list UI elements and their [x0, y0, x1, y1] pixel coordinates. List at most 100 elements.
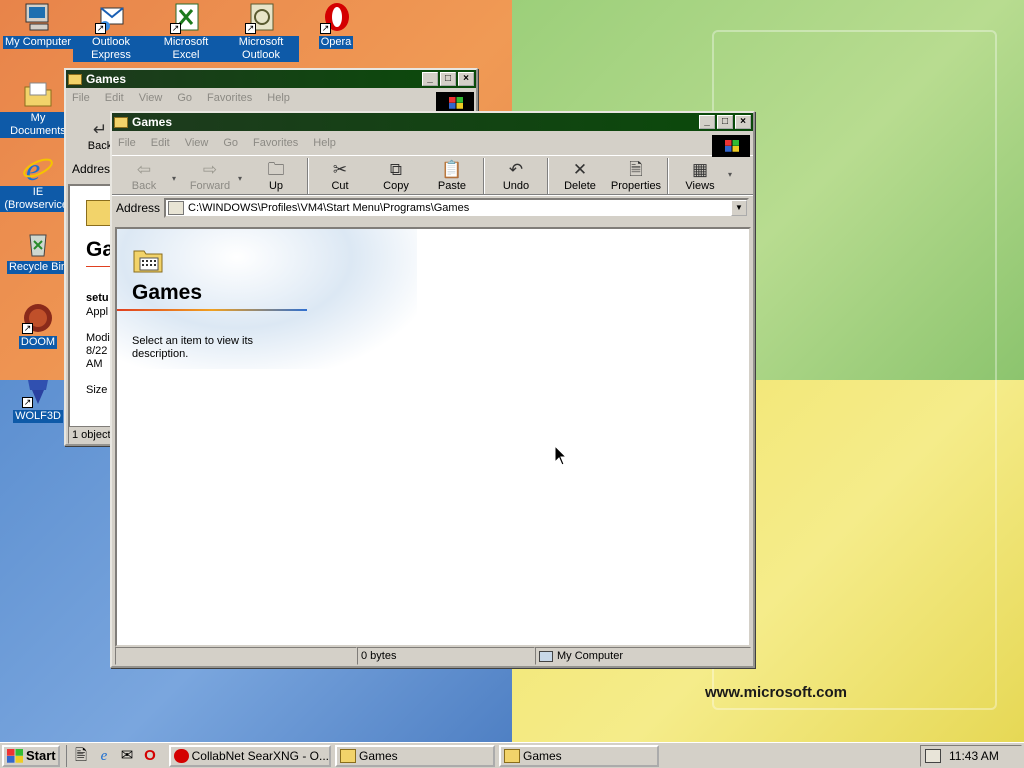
standard-toolbar: ⇦ Back ▾ ⇨ Forward ▾ 🗀 Up ✂ Cut ⧉ Copy 📋… — [112, 155, 753, 195]
forward-dropdown-arrow[interactable]: ▾ — [238, 158, 248, 183]
menu-go[interactable]: Go — [177, 92, 192, 104]
opera-icon[interactable]: O — [140, 747, 160, 765]
file-name: setu — [86, 292, 109, 304]
modified-label: Modi — [86, 332, 110, 344]
up-label: Up — [268, 180, 284, 192]
internet-explorer-icon[interactable]: e — [94, 747, 114, 765]
desktop-icon-microsoft-outlook[interactable]: ↗ Microsoft Outlook — [223, 2, 299, 62]
forward-button[interactable]: ⇨ Forward — [182, 158, 238, 192]
forward-arrow-icon: ⇨ — [202, 160, 218, 179]
maximize-button[interactable]: □ — [717, 115, 733, 129]
window-title: Games — [132, 115, 173, 129]
menu-view[interactable]: View — [139, 92, 163, 104]
menu-edit[interactable]: Edit — [105, 92, 124, 104]
back-button[interactable]: ⇦ Back — [116, 158, 172, 192]
menu-help[interactable]: Help — [267, 92, 290, 104]
paste-label: Paste — [437, 180, 467, 192]
menu-help[interactable]: Help — [313, 137, 336, 149]
task-label: Games — [523, 748, 562, 763]
desktop-icon-microsoft-excel[interactable]: ↗ Microsoft Excel — [148, 2, 224, 62]
outlook-express-icon[interactable]: ✉ — [117, 747, 137, 765]
shortcut-arrow-icon: ↗ — [95, 23, 106, 34]
status-blank — [115, 647, 357, 665]
back-label: Back — [87, 140, 113, 152]
desktop-icon-label: DOOM — [18, 336, 58, 349]
games-window[interactable]: Games _ □ × File Edit View Go Favorites … — [110, 111, 755, 668]
back-arrow-icon: ⇦ — [136, 160, 152, 179]
back-dropdown-arrow[interactable]: ▾ — [172, 158, 182, 183]
menu-file[interactable]: File — [118, 137, 136, 149]
computer-icon — [22, 2, 54, 34]
address-bar: Address C:\WINDOWS\Profiles\VM4\Start Me… — [112, 195, 753, 219]
internet-explorer-icon: e — [22, 151, 54, 187]
wallpaper-url: www.microsoft.com — [705, 684, 847, 701]
menu-view[interactable]: View — [185, 137, 209, 149]
minimize-button[interactable]: _ — [699, 115, 715, 129]
status-size: 0 bytes — [357, 647, 535, 665]
scheduler-icon[interactable] — [925, 749, 941, 763]
address-value: C:\WINDOWS\Profiles\VM4\Start Menu\Progr… — [188, 201, 470, 214]
outlook-icon: ↗ — [245, 2, 277, 34]
shortcut-arrow-icon: ↗ — [170, 23, 181, 34]
paste-button[interactable]: 📋 Paste — [424, 158, 480, 192]
title-bar[interactable]: Games _ □ × — [66, 70, 476, 88]
close-button[interactable]: × — [735, 115, 751, 129]
clock[interactable]: 11:43 AM — [949, 749, 999, 763]
undo-label: Undo — [502, 180, 530, 192]
desktop-icon-label: My Computer — [2, 36, 74, 49]
address-label: Address — [116, 200, 161, 215]
menu-file[interactable]: File — [72, 92, 90, 104]
properties-button[interactable]: 🗎 Properties — [608, 158, 664, 192]
start-button[interactable]: Start — [2, 744, 60, 767]
delete-x-icon: ✕ — [572, 160, 588, 179]
close-button[interactable]: × — [458, 72, 474, 86]
status-location: My Computer — [557, 650, 624, 662]
system-tray: 11:43 AM — [920, 745, 1022, 767]
address-input[interactable]: C:\WINDOWS\Profiles\VM4\Start Menu\Progr… — [164, 197, 749, 218]
status-bar: 0 bytes My Computer — [115, 647, 751, 667]
toolbar-separator — [483, 158, 485, 194]
taskbar-button-opera[interactable]: CollabNet SearXNG - O... — [169, 744, 331, 767]
copy-button[interactable]: ⧉ Copy — [368, 158, 424, 192]
menu-edit[interactable]: Edit — [151, 137, 170, 149]
folder-icon — [340, 748, 356, 763]
toolbar-separator — [307, 158, 309, 194]
task-label: CollabNet SearXNG - O... — [191, 748, 329, 763]
taskbar-button-games-2[interactable]: Games — [499, 744, 659, 767]
desktop-icon-my-computer[interactable]: My Computer — [0, 2, 76, 49]
views-dropdown-arrow[interactable]: ▾ — [728, 158, 738, 179]
folder-icon — [504, 748, 520, 763]
menu-favorites[interactable]: Favorites — [207, 92, 252, 104]
desktop-icon-label: Opera — [318, 36, 354, 49]
content-pane: Ga setu Appl Modi 8/22 AM Size — [68, 184, 114, 428]
games-folder-icon — [132, 243, 164, 275]
delete-label: Delete — [564, 180, 596, 192]
delete-button[interactable]: ✕ Delete — [552, 158, 608, 192]
desktop-icon-outlook-express[interactable]: ↗ Outlook Express — [73, 2, 149, 62]
up-button[interactable]: 🗀 Up — [248, 158, 304, 192]
taskbar-button-games-1[interactable]: Games — [335, 744, 495, 767]
wolf3d-icon: ↗ — [22, 376, 54, 408]
clipboard-icon: 📋 — [441, 160, 463, 179]
scissors-icon: ✂ — [332, 160, 348, 179]
cut-label: Cut — [331, 180, 349, 192]
undo-icon: ↶ — [508, 160, 524, 179]
title-bar[interactable]: Games _ □ × — [112, 113, 753, 131]
menu-go[interactable]: Go — [223, 137, 238, 149]
minimize-button[interactable]: _ — [422, 72, 438, 86]
address-dropdown-button[interactable]: ▼ — [731, 199, 747, 216]
maximize-button[interactable]: □ — [440, 72, 456, 86]
menu-favorites[interactable]: Favorites — [253, 137, 298, 149]
status-zone: My Computer — [535, 647, 751, 665]
views-label: Views — [685, 180, 715, 192]
undo-button[interactable]: ↶ Undo — [488, 158, 544, 192]
cut-button[interactable]: ✂ Cut — [312, 158, 368, 192]
views-button[interactable]: ▦ Views — [672, 158, 728, 192]
desktop-icon-opera[interactable]: ↗ Opera — [298, 2, 374, 49]
address-label: Addres — [72, 162, 111, 176]
show-desktop-icon[interactable]: 🖹 — [71, 747, 91, 765]
windows-logo-icon — [712, 135, 750, 157]
up-folder-icon: 🗀 — [267, 160, 285, 179]
recycle-bin-icon — [22, 227, 54, 259]
menu-bar: File Edit View Go Favorites Help — [112, 131, 753, 155]
